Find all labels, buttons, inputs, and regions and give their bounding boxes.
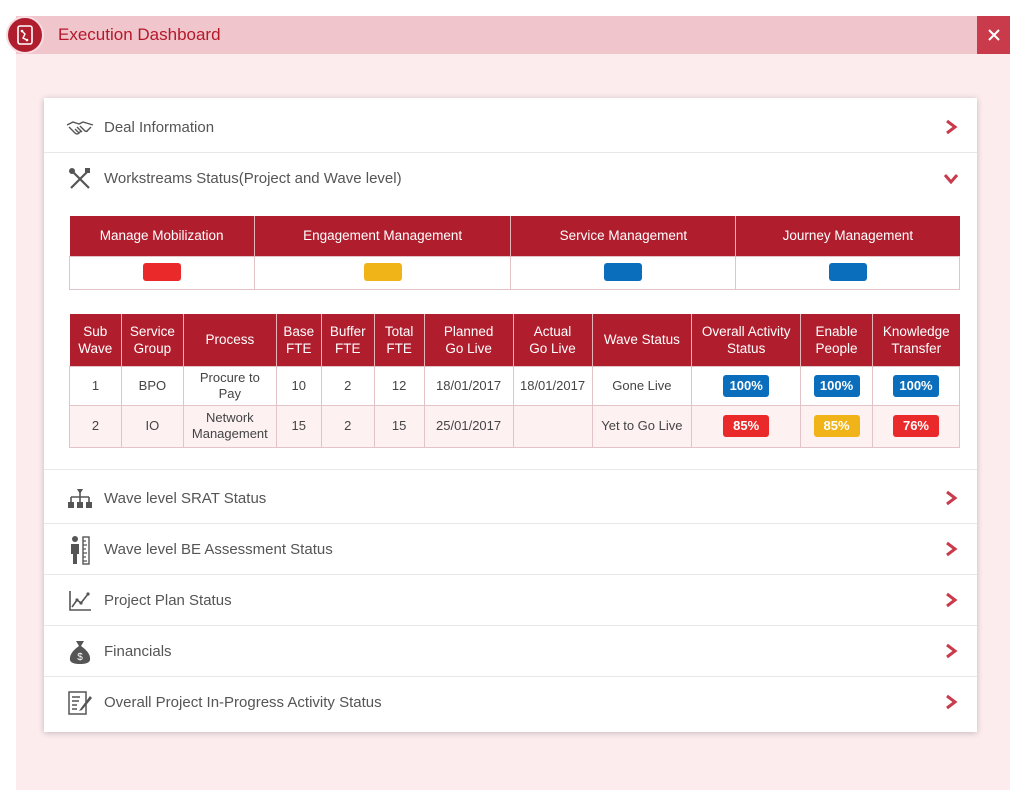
column-header: Planned Go Live xyxy=(424,314,514,366)
cell-actual-go-live xyxy=(512,404,593,448)
cell-service-group: IO xyxy=(120,404,184,448)
percent-badge: 100% xyxy=(892,374,939,397)
cell-enable-people: 100% xyxy=(800,365,873,406)
status-indicator-red xyxy=(142,263,181,282)
title-bar: Execution Dashboard xyxy=(6,16,1010,54)
cell-planned-go-live: 18/01/2017 xyxy=(423,365,514,406)
cell-base-fte: 15 xyxy=(275,404,322,448)
cell-enable-people: 85% xyxy=(800,404,873,448)
chevron-right-icon xyxy=(946,541,958,557)
chevron-right-icon xyxy=(946,592,958,608)
section-deal-information[interactable]: Deal Information xyxy=(44,102,977,153)
section-label: Project Plan Status xyxy=(104,591,232,609)
column-header: Sub Wave xyxy=(69,314,122,366)
column-header: Wave Status xyxy=(592,314,693,366)
cell-knowledge-transfer: 76% xyxy=(871,404,961,448)
cell-wave-status: Yet to Go Live xyxy=(591,404,693,448)
money-bag-icon: $ xyxy=(66,638,94,666)
column-header: Manage Mobilization xyxy=(69,216,255,256)
cell-service-group: BPO xyxy=(120,365,184,406)
column-header: Actual Go Live xyxy=(513,314,593,366)
column-header: Overall Activity Status xyxy=(691,314,802,366)
section-wave-be-assessment[interactable]: Wave level BE Assessment Status xyxy=(44,524,977,575)
percent-badge: 100% xyxy=(813,374,860,397)
cell-buffer-fte: 2 xyxy=(320,365,375,406)
status-indicator-yellow xyxy=(363,263,402,282)
cell-overall-activity: 85% xyxy=(691,404,802,448)
column-header: Service Group xyxy=(121,314,184,366)
status-cell xyxy=(69,255,255,290)
section-financials[interactable]: $ Financials xyxy=(44,626,977,677)
handshake-icon xyxy=(66,114,94,142)
status-indicator-blue xyxy=(604,263,643,282)
cell-process: Procure to Pay xyxy=(182,365,277,406)
percent-badge: 85% xyxy=(723,415,770,437)
section-workstreams-status[interactable]: Workstreams Status(Project and Wave leve… xyxy=(44,153,977,204)
close-icon xyxy=(987,29,1000,41)
chevron-right-icon xyxy=(946,643,958,659)
chevron-right-icon xyxy=(946,694,958,710)
execution-dashboard-window: Execution Dashboard Deal Information Wor… xyxy=(6,16,1010,790)
section-project-plan-status[interactable]: Project Plan Status xyxy=(44,575,977,626)
section-label: Financials xyxy=(104,642,172,660)
cell-planned-go-live: 25/01/2017 xyxy=(423,404,514,448)
close-button[interactable] xyxy=(977,16,1010,54)
column-header: Base FTE xyxy=(276,314,322,366)
section-label: Wave level BE Assessment Status xyxy=(104,540,333,558)
section-label: Overall Project In-Progress Activity Sta… xyxy=(104,694,382,711)
section-wave-srat-status[interactable]: Wave level SRAT Status xyxy=(44,473,977,524)
status-indicator-blue xyxy=(828,263,867,282)
chevron-down-icon xyxy=(943,174,959,185)
section-label: Deal Information xyxy=(104,118,215,136)
page-title: Execution Dashboard xyxy=(58,25,221,44)
percent-badge: 100% xyxy=(723,374,770,397)
workstreams-content: Manage Mobilization Engagement Managemen… xyxy=(44,200,977,470)
svg-text:$: $ xyxy=(77,652,83,663)
percent-badge: 85% xyxy=(813,415,860,437)
table-row: 1 BPO Procure to Pay 10 2 12 18/01/2017 1… xyxy=(69,365,961,406)
chevron-right-icon xyxy=(946,119,958,135)
column-header: Total FTE xyxy=(374,314,425,366)
cell-actual-go-live: 18/01/2017 xyxy=(512,365,593,406)
line-chart-icon xyxy=(66,587,94,615)
cell-process: Network Management xyxy=(182,404,277,448)
section-label: Wave level SRAT Status xyxy=(104,489,267,507)
person-ruler-icon xyxy=(66,536,94,565)
column-header: Buffer FTE xyxy=(321,314,375,366)
chevron-right-icon xyxy=(946,490,958,506)
cell-knowledge-transfer: 100% xyxy=(871,365,961,406)
status-cell xyxy=(253,255,512,290)
cell-overall-activity: 100% xyxy=(691,365,802,406)
column-header: Enable People xyxy=(800,314,873,366)
section-overall-activity-status[interactable]: Overall Project In-Progress Activity Sta… xyxy=(44,677,977,728)
cell-wave-status: Gone Live xyxy=(591,365,693,406)
column-header: Service Management xyxy=(510,216,737,256)
percent-badge: 76% xyxy=(892,415,939,437)
cell-total-fte: 12 xyxy=(373,365,425,406)
workstreams-table: Manage Mobilization Engagement Managemen… xyxy=(69,216,960,290)
dashboard-logo-icon xyxy=(6,16,44,54)
status-cell xyxy=(735,255,960,290)
wave-table: Sub Wave Service Group Process Base FTE Buf… xyxy=(69,314,961,448)
column-header: Journey Management xyxy=(735,216,960,256)
cell-total-fte: 15 xyxy=(373,404,425,448)
column-header: Process xyxy=(183,314,277,366)
column-header: Knowledge Transfer xyxy=(872,314,960,366)
cell-sub-wave: 2 xyxy=(69,404,122,448)
accordion-panel: Deal Information Workstreams Status(Proj… xyxy=(44,98,977,732)
column-header: Engagement Management xyxy=(254,216,512,256)
table-row: 2 IO Network Management 15 2 15 25/01/201… xyxy=(69,404,961,448)
document-pen-icon xyxy=(66,689,94,717)
cell-base-fte: 10 xyxy=(275,365,322,406)
cell-sub-wave: 1 xyxy=(69,365,122,406)
hierarchy-icon xyxy=(66,485,94,513)
cell-buffer-fte: 2 xyxy=(320,404,375,448)
section-label: Workstreams Status(Project and Wave leve… xyxy=(104,170,402,187)
tools-icon xyxy=(66,165,94,193)
status-cell xyxy=(510,255,737,290)
